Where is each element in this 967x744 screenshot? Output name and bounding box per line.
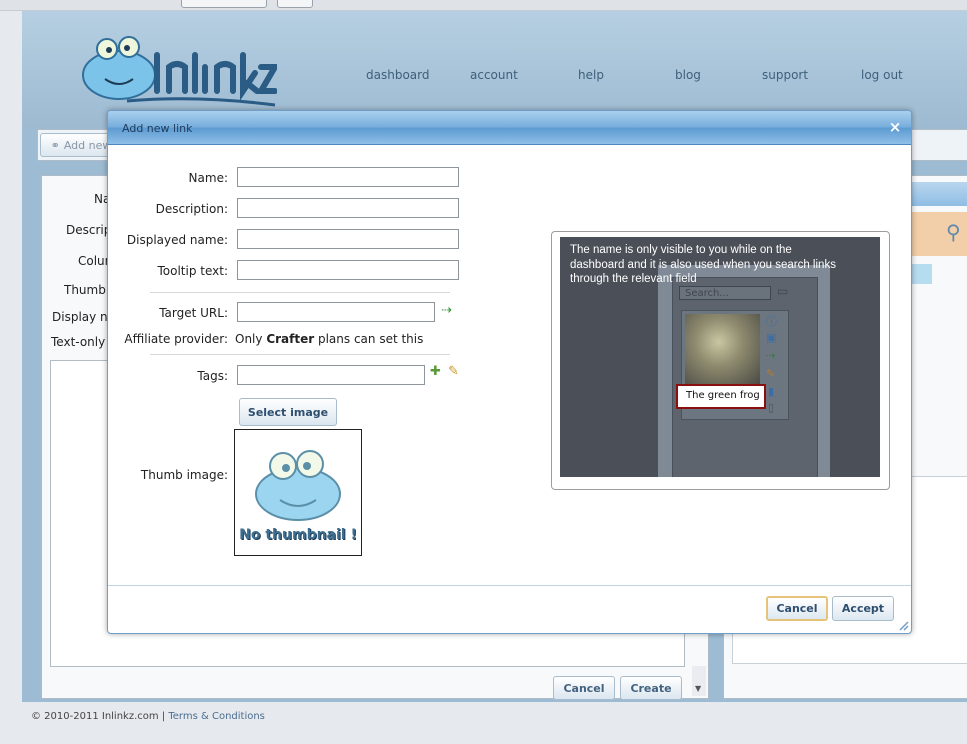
link-icon: ⇢ [766,349,776,362]
select-image-button[interactable]: Select image [239,398,337,426]
right-panel-cell [910,264,932,284]
pencil-icon: ✎ [766,367,776,380]
description-input[interactable] [237,198,459,218]
terms-link[interactable]: Terms & Conditions [168,711,265,722]
nav-log-out[interactable]: log out [861,68,903,82]
divider [150,292,450,293]
dialog-titlebar[interactable]: Add new link × [108,111,911,145]
info-icon: ⓘ [766,315,777,328]
edit-tag-icon[interactable]: ✎ [448,364,459,379]
browser-toolbar-button-small[interactable] [277,0,313,8]
browser-toolbar-strip [0,0,967,11]
frog-placeholder-icon [255,450,341,521]
window-icon: ▣ [766,331,777,344]
zoom-icon[interactable]: ⚲ [946,220,961,244]
bar-chart-icon: ▮ [768,385,775,398]
inlinkz-logo [82,36,277,107]
link-icon: ⚭ [50,138,60,152]
description-label: Description: [155,202,228,216]
preview-tooltip: The green frog [676,384,766,409]
trash-icon: ▯ [768,401,775,414]
affiliate-text-post: plans can set this [314,332,424,346]
preview-search-field: Search... [679,286,771,300]
thumb-image-label: Thumb image: [140,468,228,482]
add-new-label: Add new [63,138,112,152]
right-panel-highlight: ⚲ [910,212,967,256]
name-label: Name: [188,171,228,185]
link-go-icon[interactable]: ⇢ [441,303,452,318]
help-preview-image: Search... ▭ ⓘ ▣ ⇢ ✎ ▮ ▯ The green frog T… [560,237,880,477]
target-url-input[interactable] [237,302,435,322]
name-input[interactable] [237,167,459,187]
footer-text: © 2010-2011 Inlinkz.com | Terms & Condit… [31,711,265,722]
browser-toolbar-button[interactable] [181,0,267,8]
tooltip-text-input[interactable] [237,260,459,280]
tags-label: Tags: [197,369,228,383]
dialog-title: Add new link [122,122,193,135]
nav-support[interactable]: support [762,68,808,82]
help-text: The name is only visible to you while on… [570,244,836,285]
thumbnail-preview: No thumbnail ! [234,429,362,556]
close-icon[interactable]: × [888,119,902,135]
bg-create-button[interactable]: Create [620,676,682,700]
bg-label-display-name: Display na [52,310,116,324]
nav-account[interactable]: account [470,68,518,82]
scroll-down-icon: ▼ [695,684,702,693]
help-preview-box: Search... ▭ ⓘ ▣ ⇢ ✎ ▮ ▯ The green frog T… [551,231,890,490]
dialog-footer-divider [108,585,911,586]
affiliate-text-pre: Only [235,332,267,346]
frog-photo [685,314,760,384]
tags-input[interactable] [237,365,425,385]
add-tag-icon[interactable]: ✚ [430,364,441,379]
bg-label-text-only: Text-only l [51,335,113,349]
preview-inner: Search... ▭ ⓘ ▣ ⇢ ✎ ▮ ▯ [672,277,818,477]
affiliate-provider-text: Only Crafter plans can set this [235,332,423,346]
nav-blog[interactable]: blog [675,68,701,82]
add-new-link-dialog: Add new link × Name: Description: Displa… [107,110,912,634]
copyright-text: © 2010-2011 Inlinkz.com | [31,711,169,722]
bg-scrollbar[interactable]: ▼ [692,666,706,696]
right-panel-header [910,182,967,206]
tooltip-text-label: Tooltip text: [157,264,228,278]
bg-label-description: Descrip [66,223,112,237]
bg-label-thumb: Thumb [64,283,106,297]
displayed-name-label: Displayed name: [126,233,228,247]
preview-panel: Search... ▭ ⓘ ▣ ⇢ ✎ ▮ ▯ [658,265,830,477]
affiliate-plan-name: Crafter [266,332,315,346]
nav-dashboard[interactable]: dashboard [366,68,429,82]
target-url-label: Target URL: [159,306,228,320]
divider [150,354,450,355]
page-footer [0,702,967,744]
no-thumbnail-text: No thumbnail ! [239,527,357,543]
cancel-button[interactable]: Cancel [766,596,828,621]
affiliate-provider-label: Affiliate provider: [124,332,228,346]
bg-cancel-button[interactable]: Cancel [553,676,615,700]
accept-button[interactable]: Accept [832,596,894,621]
displayed-name-input[interactable] [237,229,459,249]
resize-handle-icon[interactable] [897,619,909,631]
nav-help[interactable]: help [578,68,604,82]
